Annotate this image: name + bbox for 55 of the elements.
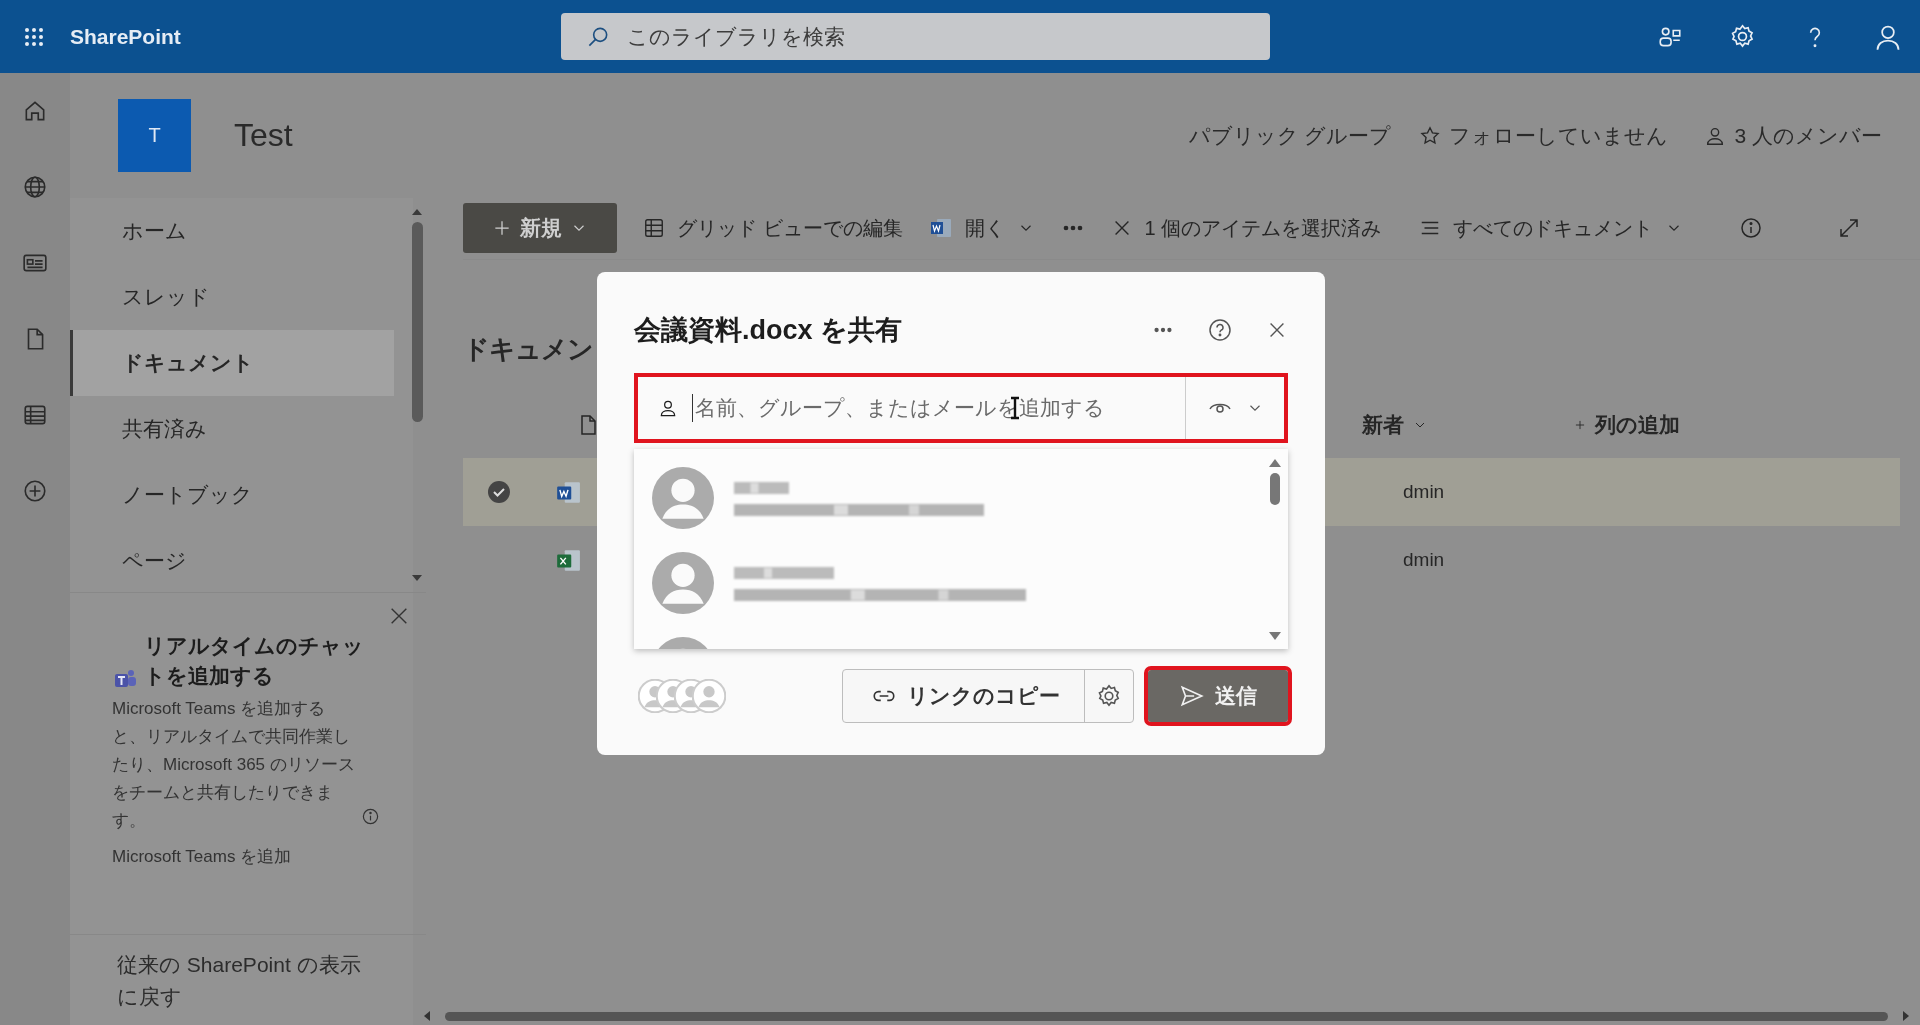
settings-icon[interactable] [1096,683,1122,709]
new-button[interactable]: 新規 [463,203,617,253]
add-teams-link[interactable]: Microsoft Teams を追加 [112,845,402,868]
info-icon[interactable] [361,807,380,826]
group-privacy: パブリック グループ [1188,122,1392,149]
avatar-icon [652,551,714,614]
scrollbar-thumb[interactable] [445,1011,1888,1021]
nav-item[interactable]: ページ [70,528,394,594]
word-file-icon [555,479,581,505]
nav-item[interactable]: ドキュメント [70,330,394,396]
search-field[interactable]: このライブラリを検索 [560,13,1270,60]
app-name[interactable]: SharePoint [70,24,181,49]
search-placeholder: このライブラリを検索 [626,23,845,50]
classic-view-link[interactable]: 従来の SharePoint の表示に戻す [117,949,377,1013]
excel-file-icon [555,547,581,573]
library-title: ドキュメン [463,333,594,366]
table-cell: dmin [1403,549,1445,571]
grid-icon [643,217,665,239]
promo-text: Microsoft Teams を追加すると、リアルタイムで共同作業したり、Microsoft 365 のリソースをチームと共有したりできます。 [112,698,356,832]
nav-item[interactable]: スレッド [70,264,394,330]
add-icon[interactable] [22,478,48,504]
avatar-icon [652,466,714,529]
info-icon[interactable] [1739,216,1764,240]
promo-title: リアルタイムのチャットを追加する [144,633,364,689]
word-icon [928,216,953,240]
scroll-up-icon[interactable] [1268,457,1282,467]
site-logo[interactable]: T [118,99,191,172]
selection-status[interactable]: 1 個のアイテムを選択済み [1110,214,1382,242]
nav-item[interactable]: ノートブック [70,462,394,528]
settings-icon[interactable] [1729,23,1756,50]
help-icon[interactable] [1208,318,1232,342]
open-button[interactable]: 開く [928,214,1035,242]
column-header[interactable]: 新者 [1362,411,1428,439]
nav-item[interactable]: ホーム [70,198,394,264]
checked-icon[interactable] [487,480,511,504]
scroll-down-icon[interactable] [1268,631,1282,641]
view-selector[interactable]: すべてのドキュメント [1419,214,1684,242]
scrollbar-thumb[interactable] [1270,473,1280,505]
dialog-title: 会議資料.docx を共有 [634,314,903,347]
globe-icon[interactable] [22,174,48,200]
follow-button[interactable]: フォローしていません [1419,121,1669,150]
person-icon [658,398,678,418]
table-cell: dmin [1403,481,1445,503]
add-column-button[interactable]: 列の追加 [1573,411,1680,439]
send-icon [1179,683,1205,709]
scrollbar-thumb[interactable] [411,222,423,422]
members-button[interactable]: 3 人のメンバー [1704,121,1882,150]
grid-edit-button[interactable]: グリッド ビューでの編集 [643,214,903,242]
avatar-icon [692,679,726,713]
nav-item[interactable]: 共有済み [70,396,394,462]
site-title[interactable]: Test [234,117,293,154]
plus-icon [1573,418,1587,432]
star-icon [1419,124,1442,147]
file-row[interactable]: dmin [463,526,1900,594]
plus-icon [492,218,512,238]
